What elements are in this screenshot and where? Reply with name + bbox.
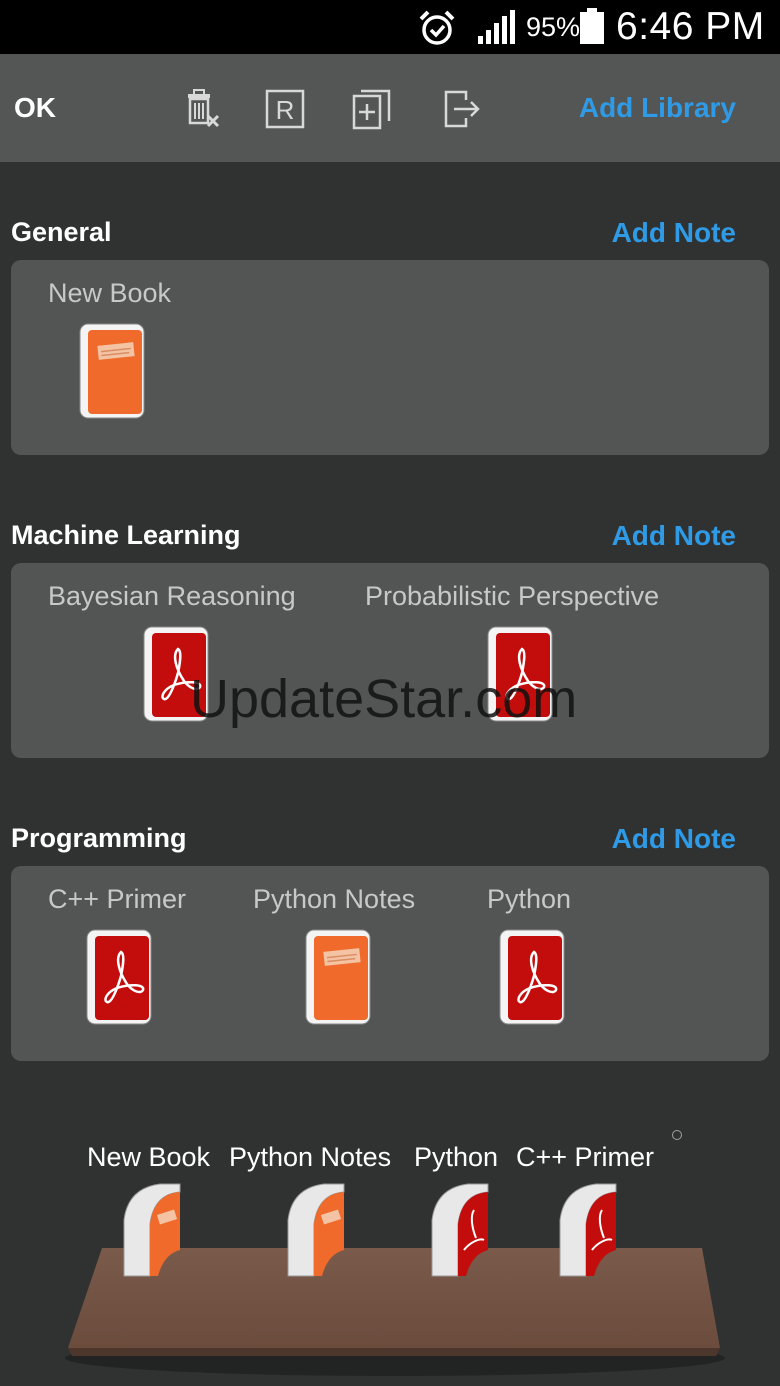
- note-book-icon[interactable]: [304, 928, 374, 1026]
- book-label[interactable]: Probabilistic Perspective: [365, 581, 659, 612]
- add-page-icon[interactable]: [351, 88, 393, 130]
- clock: 6:46 PM: [616, 5, 765, 48]
- shelf-note-book-icon[interactable]: [114, 1180, 186, 1280]
- shelf-note-book-icon[interactable]: [278, 1180, 350, 1280]
- battery-percentage: 95%: [526, 12, 581, 42]
- note-book-icon[interactable]: [78, 322, 148, 420]
- pdf-book-icon[interactable]: [85, 928, 155, 1026]
- shelf-pdf-book-icon[interactable]: [422, 1180, 494, 1280]
- library-card-general: New Book: [11, 260, 769, 455]
- ok-button[interactable]: OK: [14, 92, 56, 124]
- book-label[interactable]: Bayesian Reasoning: [48, 581, 296, 612]
- library-title-programming: Programming: [11, 823, 187, 853]
- book-label[interactable]: Python Notes: [253, 884, 415, 915]
- book-label[interactable]: New Book: [48, 278, 171, 309]
- pdf-book-icon[interactable]: [498, 928, 568, 1026]
- page-indicator-dot: [672, 1130, 682, 1140]
- library-title-machine-learning: Machine Learning: [11, 520, 241, 550]
- battery-icon: [580, 8, 604, 44]
- book-label[interactable]: C++ Primer: [48, 884, 186, 915]
- add-library-button[interactable]: Add Library: [579, 92, 736, 124]
- book-label[interactable]: Python: [487, 884, 571, 915]
- watermark: UpdateStar.com: [190, 669, 578, 729]
- export-icon[interactable]: [440, 88, 482, 130]
- add-note-button[interactable]: Add Note: [612, 217, 736, 249]
- shelf-book-label[interactable]: Python: [414, 1142, 498, 1173]
- signal-icon: [478, 10, 515, 44]
- shelf-book-label[interactable]: C++ Primer: [516, 1142, 654, 1173]
- rename-icon[interactable]: R: [264, 88, 306, 130]
- shelf-pdf-book-icon[interactable]: [550, 1180, 622, 1280]
- alarm-icon: [419, 10, 455, 45]
- toolbar: OK R Add Library: [0, 54, 780, 162]
- add-note-button[interactable]: Add Note: [612, 823, 736, 855]
- library-title-general: General: [11, 217, 112, 247]
- delete-icon[interactable]: [182, 88, 224, 130]
- add-note-button[interactable]: Add Note: [612, 520, 736, 552]
- svg-text:R: R: [276, 95, 295, 125]
- library-card-programming: C++ Primer Python Notes Python: [11, 866, 769, 1061]
- status-bar: 95% 6:46 PM: [0, 0, 780, 54]
- shelf-book-label[interactable]: New Book: [87, 1142, 210, 1173]
- shelf-book-label[interactable]: Python Notes: [229, 1142, 391, 1173]
